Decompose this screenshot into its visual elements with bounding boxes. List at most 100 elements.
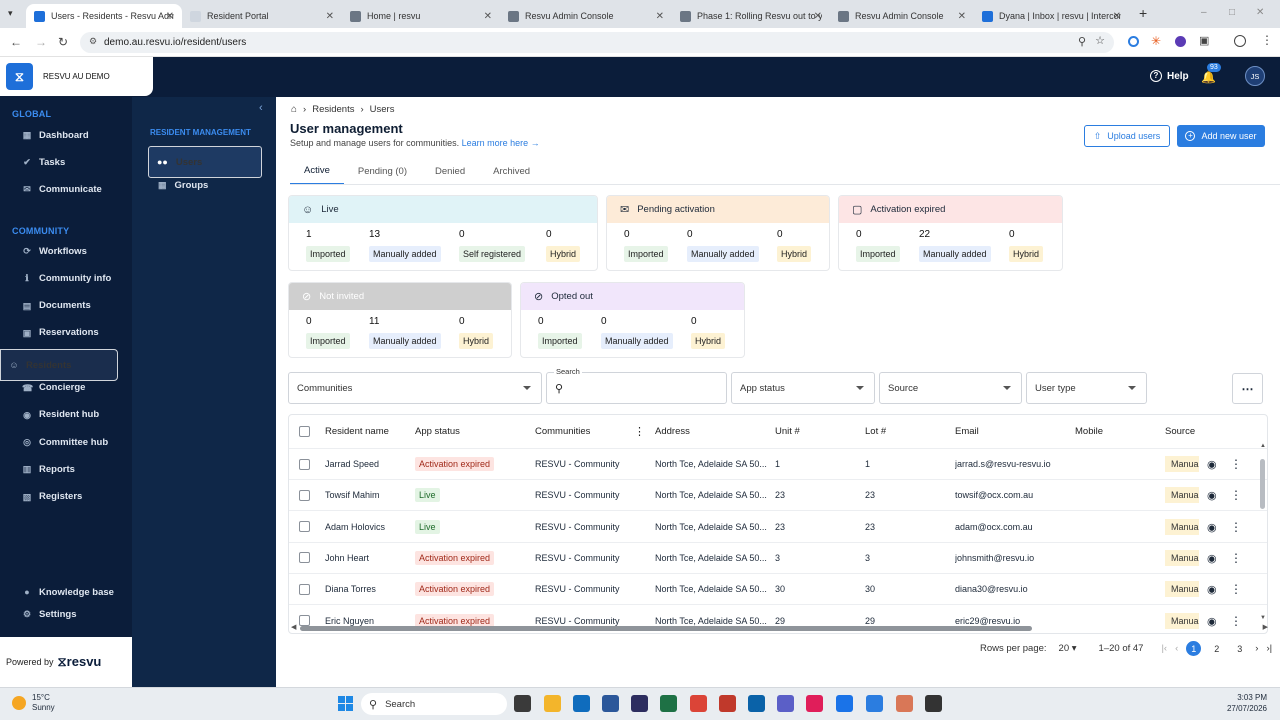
tab-active[interactable]: Active: [290, 158, 344, 185]
remote-desktop-icon[interactable]: [748, 695, 765, 712]
forward-icon[interactable]: →: [35, 35, 47, 49]
tab-close-icon[interactable]: ✕: [656, 11, 664, 22]
first-page-icon[interactable]: |‹: [1161, 643, 1167, 654]
view-eye-icon[interactable]: ◉: [1207, 521, 1217, 534]
extension-icon[interactable]: [1128, 36, 1139, 47]
row-menu-icon[interactable]: ⋮: [1230, 582, 1242, 596]
collapse-nav-icon[interactable]: ‹: [259, 102, 263, 114]
header-resident-name[interactable]: Resident name: [325, 415, 389, 448]
claude-icon[interactable]: [896, 695, 913, 712]
tab-denied[interactable]: Denied: [421, 158, 479, 185]
table-row[interactable]: Towsif Mahim Live RESVU - Community North T…: [289, 480, 1267, 512]
header-app-status[interactable]: App status: [415, 415, 460, 448]
outlook-icon[interactable]: [573, 695, 590, 712]
header-address[interactable]: Address: [655, 415, 690, 448]
row-checkbox[interactable]: [299, 543, 310, 573]
tab-close-icon[interactable]: ✕: [484, 11, 492, 22]
browser-tab[interactable]: Dyana | Inbox | resvu | Intercom ✕: [974, 4, 1129, 28]
sidebar-item-registers[interactable]: ▧ Registers: [0, 486, 118, 508]
new-tab-icon[interactable]: +: [1139, 5, 1147, 21]
taskbar-search[interactable]: ⚲ Search: [361, 693, 507, 715]
teams-icon[interactable]: [777, 695, 794, 712]
sidebar-item-communicate[interactable]: ✉ Communicate: [0, 178, 118, 200]
file-explorer-icon[interactable]: [514, 695, 531, 712]
extension-profile-icon[interactable]: [1175, 36, 1186, 47]
user-type-select[interactable]: User type: [1026, 372, 1147, 404]
sidebar-item-tasks[interactable]: ✔ Tasks: [0, 151, 118, 173]
tab-close-icon[interactable]: ✕: [326, 11, 334, 22]
row-checkbox[interactable]: [299, 512, 310, 542]
search-input[interactable]: ⚲: [546, 372, 727, 404]
reload-icon[interactable]: ↻: [58, 35, 68, 49]
status-card-expired[interactable]: ▢ Activation expired 0 Imported 22 Manually a…: [838, 195, 1063, 271]
upload-users-button[interactable]: ⇧ Upload users: [1084, 125, 1170, 147]
back-icon[interactable]: ←: [10, 35, 22, 49]
scroll-right-icon[interactable]: ▶: [1263, 623, 1268, 631]
windows-start-icon[interactable]: [338, 696, 353, 711]
zoom-icon[interactable]: ⚲: [1078, 35, 1086, 48]
snipping-icon[interactable]: [925, 695, 942, 712]
browser-tab[interactable]: Resident Portal ✕: [182, 4, 342, 28]
prev-page-icon[interactable]: ‹: [1175, 643, 1178, 654]
view-eye-icon[interactable]: ◉: [1207, 583, 1217, 596]
page-1-button[interactable]: 1: [1186, 641, 1202, 656]
page-3-button[interactable]: 3: [1232, 641, 1247, 656]
vertical-scroll-thumb[interactable]: [1260, 459, 1265, 509]
browser-tab[interactable]: Resvu Admin Console ✕: [830, 4, 974, 28]
status-card-optedout[interactable]: ⊘ Opted out 0 Imported 0 Manually added 0 Hybri…: [520, 282, 745, 358]
folder-icon[interactable]: [544, 695, 561, 712]
row-checkbox[interactable]: [299, 574, 310, 604]
table-row[interactable]: Adam Holovics Live RESVU - Community North …: [289, 511, 1267, 543]
browser-tab[interactable]: Resvu Admin Console ✕: [500, 4, 672, 28]
sidebar-item-workflows[interactable]: ⟳ Workflows: [0, 240, 118, 262]
table-row[interactable]: Jarrad Speed Activation expired RESVU - Co…: [289, 449, 1267, 480]
help-button[interactable]: ? Help: [1150, 70, 1189, 82]
weather-widget[interactable]: 15°C Sunny: [12, 693, 55, 713]
tab-pending[interactable]: Pending (0): [344, 158, 421, 185]
security-icon[interactable]: [631, 695, 648, 712]
tab-list-icon[interactable]: ▾: [8, 8, 13, 19]
row-checkbox[interactable]: [299, 480, 310, 510]
table-horizontal-scrollbar[interactable]: ◀ ▶: [291, 624, 1268, 632]
row-menu-icon[interactable]: ⋮: [1230, 488, 1242, 502]
chrome-active-icon[interactable]: [836, 695, 853, 712]
source-select[interactable]: Source: [879, 372, 1022, 404]
last-page-icon[interactable]: ›|: [1266, 643, 1272, 654]
browser-tab[interactable]: Users - Residents - Resvu Admin ✕: [26, 4, 182, 28]
header-email[interactable]: Email: [955, 415, 979, 448]
browser-tab[interactable]: Phase 1: Rolling Resvu out to yo ✕: [672, 4, 830, 28]
status-card-live[interactable]: ☺ Live 1 Imported 13 Manually added 0 Self regi…: [288, 195, 598, 271]
sidebar-item-resident-hub[interactable]: ◉ Resident hub: [0, 404, 118, 426]
tab-archived[interactable]: Archived: [479, 158, 544, 185]
scroll-down-icon[interactable]: ▼: [1260, 615, 1266, 621]
tab-close-icon[interactable]: ✕: [958, 11, 966, 22]
breadcrumb-residents[interactable]: Residents: [312, 104, 354, 115]
sidebar-item-documents[interactable]: ▤ Documents: [0, 295, 118, 317]
view-eye-icon[interactable]: ◉: [1207, 489, 1217, 502]
row-menu-icon[interactable]: ⋮: [1230, 551, 1242, 565]
sidebar-item-committee-hub[interactable]: ◎ Committee hub: [0, 431, 118, 453]
app-status-select[interactable]: App status: [731, 372, 875, 404]
scroll-up-icon[interactable]: ▲: [1260, 443, 1266, 449]
more-options-button[interactable]: ⋯: [1232, 373, 1263, 404]
status-card-pending[interactable]: ✉ Pending activation 0 Imported 0 Manually ad…: [606, 195, 830, 271]
tab-close-icon[interactable]: ✕: [814, 11, 822, 22]
restore-icon[interactable]: □: [1229, 7, 1235, 18]
clock[interactable]: 3:03 PM 27/07/2026: [1205, 692, 1267, 714]
sidebar-item-dashboard[interactable]: ▦ Dashboard: [0, 124, 118, 146]
excel-icon[interactable]: [660, 695, 677, 712]
bookmark-star-icon[interactable]: ☆: [1095, 34, 1105, 47]
page-2-button[interactable]: 2: [1209, 641, 1224, 656]
chrome-icon[interactable]: [690, 695, 707, 712]
url-field[interactable]: ⚙ demo.au.resvu.io/resident/users ⚲ ☆: [80, 32, 1114, 53]
header-source[interactable]: Source: [1165, 415, 1195, 448]
row-menu-icon[interactable]: ⋮: [1230, 520, 1242, 534]
subnav-item-groups[interactable]: ▦ Groups: [148, 173, 262, 198]
header-mobile[interactable]: Mobile: [1075, 415, 1103, 448]
tab-close-icon[interactable]: ✕: [1113, 11, 1121, 22]
home-icon[interactable]: ⌂: [291, 104, 297, 115]
org-brand[interactable]: ⧖ RESVU AU DEMO: [0, 57, 153, 96]
next-page-icon[interactable]: ›: [1255, 643, 1258, 654]
communities-select[interactable]: Communities: [288, 372, 542, 404]
sidebar-item-concierge[interactable]: ☎ Concierge: [0, 377, 118, 399]
